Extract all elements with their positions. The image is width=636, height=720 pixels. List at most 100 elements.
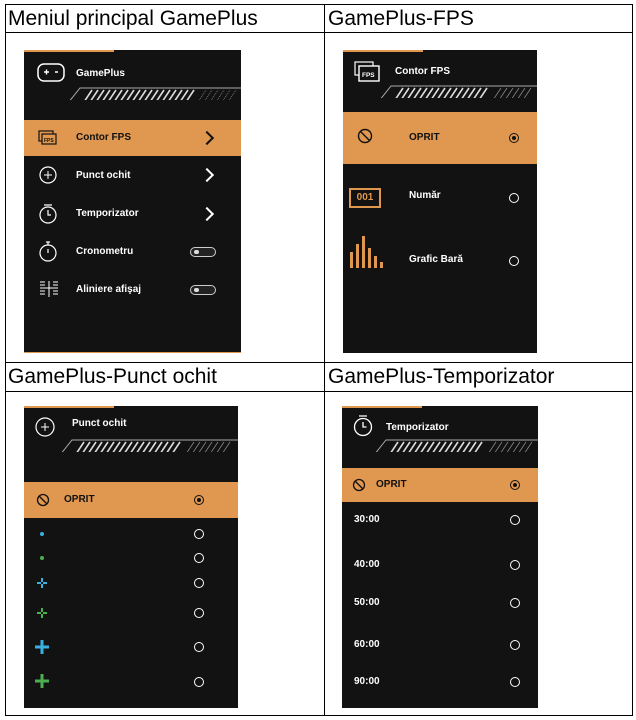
option-label: Număr (409, 190, 441, 201)
green-large-cross-icon (35, 674, 49, 688)
gamepad-icon (37, 63, 65, 82)
menu-item-label: Punct ochit (76, 170, 131, 181)
number-badge: 001 (349, 188, 381, 208)
menu-item-stopwatch[interactable]: Cronometru (24, 232, 241, 270)
crosshair-option-green-large-cross[interactable] (24, 664, 238, 698)
chevron-right-icon (199, 167, 215, 183)
radio-unselected[interactable] (509, 193, 519, 203)
radio-selected[interactable] (510, 480, 520, 490)
header-stripes (61, 439, 238, 452)
alignment-icon (40, 281, 58, 297)
option-label: 90:00 (354, 676, 380, 687)
crosshair-icon (39, 166, 57, 184)
crosshair-option-cyan-large-cross[interactable] (24, 630, 238, 664)
gameplus-main-panel: GamePlus FPS Contor FPS Punct ochit Temp… (24, 50, 241, 353)
crosshair-option-green-small-cross[interactable] (24, 598, 238, 630)
fps-icon: FPS (38, 130, 57, 145)
cyan-large-cross-icon (35, 640, 49, 654)
fps-icon: FPS (354, 61, 380, 82)
header-accent-line (343, 50, 423, 52)
option-label: OPRIT (376, 479, 407, 490)
timer-option-40[interactable]: 40:00 (342, 551, 538, 581)
radio-unselected[interactable] (510, 640, 520, 650)
off-icon (352, 478, 366, 492)
chevron-right-icon (199, 206, 215, 222)
header-accent-line (342, 406, 422, 408)
timer-option-60[interactable]: 60:00 (342, 631, 538, 661)
fps-option-off[interactable]: OPRIT (343, 112, 537, 164)
svg-text:FPS: FPS (362, 72, 375, 79)
option-label: 60:00 (354, 639, 380, 650)
table-divider-vertical (324, 5, 325, 715)
fps-counter-panel: FPS Contor FPS OPRIT 001 Număr Grafic Ba… (343, 50, 537, 353)
menu-item-label: Temporizator (76, 208, 139, 219)
cell-title-timer: GamePlus-Temporizator (328, 365, 555, 388)
radio-unselected[interactable] (194, 578, 204, 588)
radio-unselected[interactable] (194, 553, 204, 563)
timer-option-50[interactable]: 50:00 (342, 589, 538, 619)
header-stripes (375, 439, 538, 452)
header-stripes (69, 87, 241, 100)
menu-item-display-alignment[interactable]: Aliniere afişaj (24, 270, 241, 308)
timer-option-off[interactable]: OPRIT (342, 468, 538, 502)
table-divider (6, 32, 632, 33)
display-alignment-toggle[interactable] (190, 285, 216, 295)
menu-item-label: Contor FPS (76, 132, 131, 143)
timer-option-90[interactable]: 90:00 (342, 668, 538, 698)
timer-panel: Temporizator OPRIT 30:00 40:00 50:00 60:… (342, 406, 538, 708)
radio-unselected[interactable] (510, 677, 520, 687)
stopwatch-toggle[interactable] (190, 247, 216, 257)
green-small-cross-icon (37, 608, 47, 618)
radio-unselected[interactable] (194, 608, 204, 618)
menu-item-label: Aliniere afişaj (76, 284, 142, 295)
green-dot-icon (40, 556, 44, 560)
crosshair-option-cyan-small-cross[interactable] (24, 568, 238, 600)
panel-title: Contor FPS (395, 66, 450, 77)
crosshair-icon (35, 417, 55, 437)
radio-unselected[interactable] (509, 256, 519, 266)
option-label: 40:00 (354, 559, 380, 570)
panel-title: Temporizator (386, 422, 449, 433)
option-label: 30:00 (354, 514, 380, 525)
header-stripes (380, 85, 537, 98)
cell-title-fps: GamePlus-FPS (328, 7, 474, 30)
cell-title-crosshair: GamePlus-Punct ochit (8, 365, 217, 388)
cyan-small-cross-icon (37, 578, 47, 588)
fps-option-number[interactable]: 001 Număr (343, 174, 537, 218)
table-divider (6, 391, 632, 392)
timer-option-30[interactable]: 30:00 (342, 506, 538, 536)
radio-selected[interactable] (194, 495, 204, 505)
off-icon (36, 493, 50, 507)
radio-unselected[interactable] (194, 642, 204, 652)
svg-text:FPS: FPS (44, 138, 54, 144)
bar-graph-icon (350, 236, 383, 268)
radio-unselected[interactable] (194, 677, 204, 687)
cell-title-main: Meniul principal GamePlus (8, 7, 258, 30)
menu-item-fps-counter[interactable]: FPS Contor FPS (24, 120, 241, 156)
radio-unselected[interactable] (510, 515, 520, 525)
timer-icon (353, 415, 373, 437)
radio-selected[interactable] (509, 133, 519, 143)
option-label: OPRIT (64, 494, 95, 505)
timer-icon (39, 204, 57, 224)
option-label: OPRIT (409, 132, 440, 143)
menu-item-label: Cronometru (76, 246, 134, 257)
stopwatch-icon (39, 241, 57, 262)
header-accent-line (24, 50, 114, 52)
option-label: 50:00 (354, 597, 380, 608)
table-divider (6, 362, 632, 363)
crosshair-option-off[interactable]: OPRIT (24, 482, 238, 518)
panel-title: Punct ochit (72, 418, 127, 429)
radio-unselected[interactable] (510, 560, 520, 570)
radio-unselected[interactable] (194, 529, 204, 539)
off-icon (357, 128, 373, 144)
fps-option-bar-graph[interactable]: Grafic Bară (343, 230, 537, 280)
panel-title: GamePlus (76, 68, 125, 79)
radio-unselected[interactable] (510, 598, 520, 608)
cyan-dot-icon (40, 532, 44, 536)
chevron-right-icon (199, 130, 215, 146)
crosshair-panel: Punct ochit OPRIT (24, 406, 238, 708)
menu-item-timer[interactable]: Temporizator (24, 194, 241, 232)
panel-bottom-line (24, 352, 241, 353)
menu-item-crosshair[interactable]: Punct ochit (24, 156, 241, 194)
